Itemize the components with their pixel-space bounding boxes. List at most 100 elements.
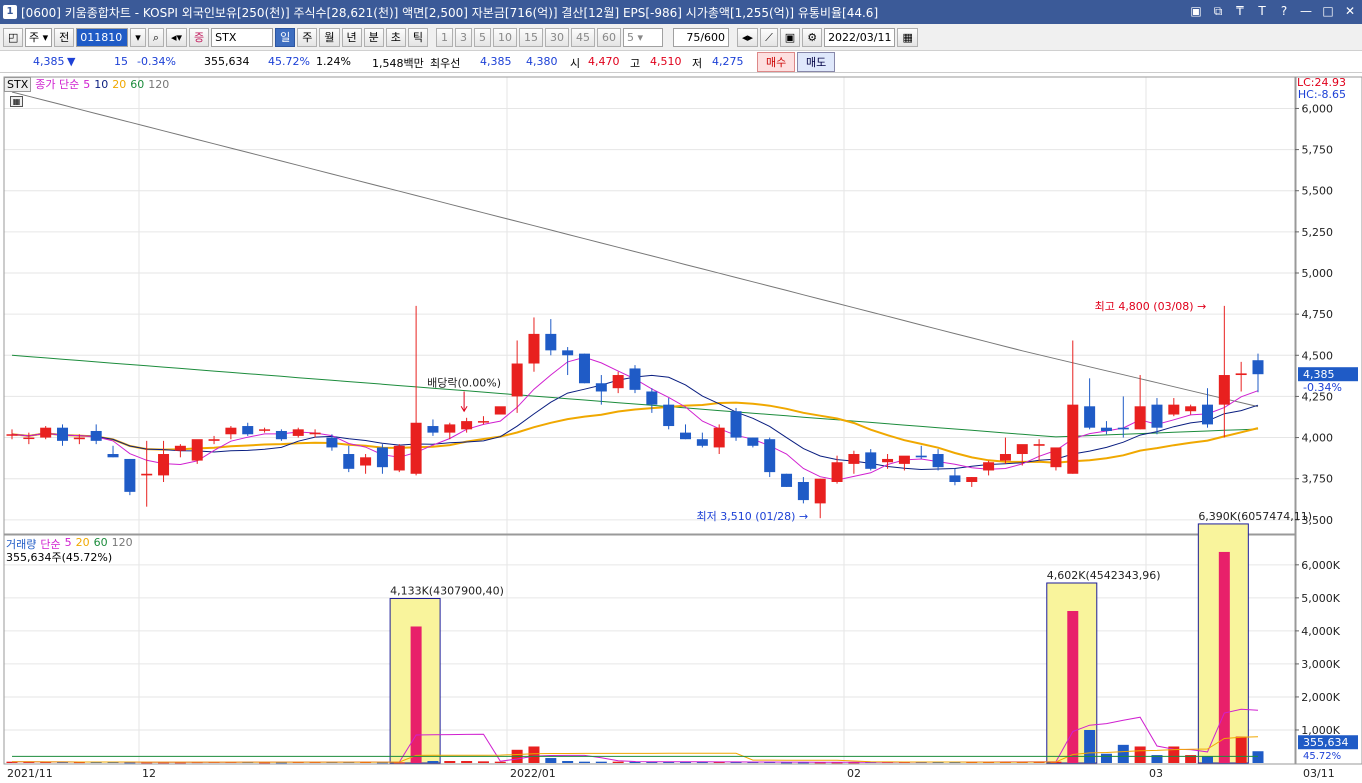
- candle-body: [410, 422, 422, 474]
- interval-3[interactable]: 3: [455, 27, 473, 47]
- candle-body: [1252, 360, 1264, 375]
- date-input[interactable]: 2022/03/11: [824, 27, 896, 47]
- candle-body: [730, 411, 742, 438]
- candle-body: [612, 375, 624, 389]
- candle-body: [713, 427, 725, 448]
- price-tick-label: 3,750: [1302, 473, 1334, 486]
- candle-body: [1235, 373, 1247, 376]
- code-dropdown-icon[interactable]: ▾: [130, 27, 146, 47]
- candle-body: [578, 353, 590, 384]
- candle-body: [511, 363, 523, 397]
- legend-ma120: 120: [148, 77, 170, 91]
- interval-45[interactable]: 45: [571, 27, 596, 47]
- stock-code-input[interactable]: 011810: [76, 27, 129, 47]
- interval-15[interactable]: 15: [519, 27, 544, 47]
- current-price: 4,385: [33, 55, 65, 68]
- tab-week[interactable]: 주: [297, 27, 318, 47]
- restore-icon[interactable]: ⧉: [1210, 3, 1226, 19]
- candle-body: [242, 426, 254, 435]
- minimize-icon[interactable]: —: [1298, 3, 1314, 19]
- candle-body: [781, 473, 793, 487]
- table-icon[interactable]: ▦: [10, 96, 23, 107]
- tab-second[interactable]: 초: [385, 27, 406, 47]
- candle-body: [1050, 447, 1062, 468]
- save-icon[interactable]: ▣: [779, 27, 801, 47]
- volume-value: 355,634: [204, 55, 250, 68]
- high-price: 4,510: [650, 55, 682, 68]
- candle-body: [1151, 404, 1163, 428]
- close-icon[interactable]: ✕: [1342, 3, 1358, 19]
- candle-body: [174, 445, 186, 451]
- candle-body: [999, 454, 1011, 461]
- x-axis-label: 2021/11: [7, 767, 53, 780]
- tab-year[interactable]: 년: [341, 27, 362, 47]
- stock-badge-icon[interactable]: 증: [189, 27, 210, 47]
- tab-month[interactable]: 월: [319, 27, 340, 47]
- maximize-icon[interactable]: □: [1320, 3, 1336, 19]
- change-down-icon: ▼: [67, 55, 76, 68]
- legend-ma10: 10: [94, 77, 109, 91]
- dividend-annotation: 배당락(0.00%): [427, 377, 501, 390]
- interval-select[interactable]: 5 ▾: [623, 27, 664, 47]
- volume-bar: [1201, 756, 1213, 763]
- candle-body: [1067, 404, 1079, 474]
- calendar-icon[interactable]: ▦: [897, 27, 918, 47]
- chart-canvas[interactable]: 6,0005,7505,5005,2505,0004,7504,5004,250…: [0, 73, 1362, 783]
- ma120-line: [11, 91, 1259, 408]
- settings-icon[interactable]: ⚙: [802, 27, 823, 47]
- best-ask-price: 4,385: [480, 55, 512, 68]
- tab-tick[interactable]: 틱: [407, 27, 429, 47]
- sell-button[interactable]: 매도: [797, 52, 836, 72]
- candle-body: [225, 427, 237, 435]
- candle-body: [865, 452, 877, 469]
- sound-icon[interactable]: ◂▾: [165, 27, 188, 47]
- volume-ratio: 45.72%: [268, 55, 310, 68]
- volume-bar: [1134, 746, 1146, 763]
- interval-60[interactable]: 60: [597, 27, 622, 47]
- volume-bar: [528, 746, 540, 763]
- price-tick-label: 5,000: [1302, 267, 1334, 280]
- link-icon[interactable]: ▣: [1188, 3, 1204, 19]
- candle-body: [6, 434, 18, 436]
- current-volume-label: 355,634: [1303, 736, 1349, 749]
- volume-tick-label: 5,000K: [1301, 592, 1340, 605]
- tab-day[interactable]: 일: [275, 27, 296, 47]
- draw-icon[interactable]: ⟋: [760, 27, 778, 47]
- candle-body: [915, 455, 927, 458]
- volume-bar: [1252, 751, 1264, 763]
- interval-30[interactable]: 30: [545, 27, 570, 47]
- volume-highlights: [389, 523, 1249, 764]
- dividend-arrow: [460, 391, 468, 413]
- search-icon[interactable]: ⌕: [147, 27, 164, 47]
- interval-10[interactable]: 10: [493, 27, 518, 47]
- candle-body: [595, 383, 607, 392]
- volume-bar: [562, 761, 574, 763]
- stock-legend-badge[interactable]: STX: [4, 76, 32, 92]
- interval-5[interactable]: 5: [474, 27, 492, 47]
- change-percent: -0.34%: [137, 55, 176, 68]
- help-icon[interactable]: ?: [1276, 3, 1292, 19]
- candle-body: [764, 439, 776, 473]
- text-icon[interactable]: T: [1254, 3, 1270, 19]
- candle-body: [141, 473, 153, 476]
- low-annotation: 최저 3,510 (01/28) →: [696, 510, 808, 523]
- prev-next-icon[interactable]: ◂▸: [737, 27, 759, 47]
- candle-body: [57, 427, 69, 441]
- all-stocks-button[interactable]: 전: [54, 27, 75, 47]
- volume-bar: [1100, 753, 1112, 763]
- tab-minute[interactable]: 분: [363, 27, 384, 47]
- chart-type-icon[interactable]: ◰: [3, 27, 23, 47]
- interval-1[interactable]: 1: [436, 27, 454, 47]
- x-axis-label: 12: [142, 767, 156, 780]
- volume-bar: [1117, 744, 1129, 763]
- window-title: [0600] 키움종합차트 - KOSPI 외국인보유[250(천)] 주식수[…: [21, 5, 879, 20]
- candle-body: [528, 333, 540, 364]
- volume-bar: [578, 761, 590, 763]
- open-label: 시: [570, 57, 581, 70]
- pin-icon[interactable]: ₸: [1232, 3, 1248, 19]
- volume-annotation: 4,133K(4307900,40): [390, 584, 504, 597]
- market-type-select[interactable]: 주 ▾: [25, 27, 53, 47]
- buy-button[interactable]: 매수: [757, 52, 796, 72]
- candle-body: [646, 391, 658, 405]
- count-input[interactable]: 75/600: [673, 27, 730, 47]
